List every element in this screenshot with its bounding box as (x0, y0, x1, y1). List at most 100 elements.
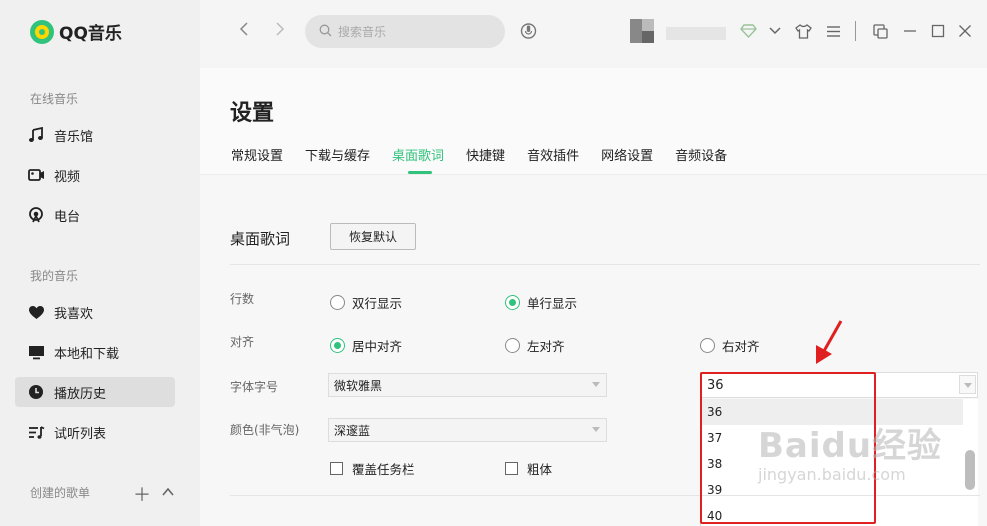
tab-audio-device[interactable]: 音频设备 (675, 145, 727, 164)
font-size-value: 36 (707, 377, 724, 393)
color-select-value: 深邃蓝 (334, 423, 371, 438)
page-title: 设置 (230, 101, 275, 126)
tshirt-icon[interactable] (793, 21, 813, 41)
qq-music-logo-icon (30, 19, 54, 44)
radio-single-line[interactable]: 单行显示 (505, 293, 577, 312)
close-icon[interactable] (955, 21, 975, 41)
chevron-up-icon[interactable] (161, 481, 175, 507)
radio-circle (505, 338, 520, 353)
radio-circle (330, 338, 345, 353)
tab-general[interactable]: 常规设置 (231, 145, 283, 164)
monitor-icon (27, 343, 45, 361)
radio-label: 左对齐 (527, 339, 565, 354)
sidebar-item-local-download[interactable]: 本地和下载 (15, 337, 175, 367)
playlist-icon (27, 423, 45, 441)
font-select-value: 微软雅黑 (334, 378, 383, 393)
font-size-select[interactable]: 36 (700, 372, 978, 398)
dropdown-option[interactable]: 38 (701, 451, 978, 477)
dropdown-option[interactable]: 40 (701, 503, 978, 526)
radio-label: 居中对齐 (352, 339, 403, 354)
toolbar-divider (855, 21, 856, 41)
search-icon (319, 22, 332, 41)
sidebar-item-video[interactable]: 视频 (15, 160, 175, 190)
checkbox-label: 粗体 (527, 462, 553, 477)
sidebar-item-label: 电台 (54, 209, 81, 225)
search-input[interactable] (338, 24, 488, 39)
app-logo[interactable]: QQ音乐 (30, 19, 122, 44)
topbar (200, 0, 987, 68)
sidebar-item-label: 音乐馆 (54, 129, 94, 145)
music-note-icon (27, 126, 45, 144)
chevron-down-icon (592, 427, 600, 432)
dropdown-scrollbar[interactable] (965, 450, 975, 490)
radio-circle (505, 295, 520, 310)
checkbox-bold[interactable]: 粗体 (505, 459, 552, 478)
minimize-icon[interactable] (900, 21, 920, 41)
tab-desktop-lyrics[interactable]: 桌面歌词 (392, 145, 444, 174)
radio-double-line[interactable]: 双行显示 (330, 293, 402, 312)
forward-icon[interactable] (270, 20, 290, 44)
tab-shortcuts[interactable]: 快捷键 (466, 145, 505, 164)
sidebar-item-label: 本地和下载 (54, 346, 120, 362)
created-playlist-tools: ＋ (133, 481, 175, 507)
color-label: 颜色(非气泡) (230, 423, 300, 437)
radio-align-right[interactable]: 右对齐 (700, 336, 760, 355)
chevron-down-icon (592, 382, 600, 387)
align-label: 对齐 (230, 335, 255, 349)
radio-align-center[interactable]: 居中对齐 (330, 336, 402, 355)
tab-network[interactable]: 网络设置 (601, 145, 653, 164)
font-size-dropdown: 36 37 38 39 40 (700, 399, 978, 526)
section-divider (230, 264, 980, 265)
mini-mode-icon[interactable] (870, 21, 890, 41)
clock-icon (27, 383, 45, 401)
sidebar-item-label: 视频 (54, 169, 81, 185)
sidebar-item-favorites[interactable]: 我喜欢 (15, 297, 175, 327)
restore-default-button[interactable]: 恢复默认 (330, 223, 416, 250)
font-label: 字体字号 (230, 380, 279, 394)
sidebar-item-play-history[interactable]: 播放历史 (15, 377, 175, 407)
app-name: QQ音乐 (59, 24, 122, 44)
sidebar-item-label: 试听列表 (54, 426, 107, 442)
checkbox-box (505, 462, 518, 475)
sidebar-item-preview-list[interactable]: 试听列表 (15, 417, 175, 447)
radio-align-left[interactable]: 左对齐 (505, 336, 565, 355)
plus-icon[interactable]: ＋ (133, 481, 151, 507)
checkbox-cover-taskbar[interactable]: 覆盖任务栏 (330, 459, 415, 478)
sidebar-item-radio[interactable]: 电台 (15, 200, 175, 230)
font-select[interactable]: 微软雅黑 (328, 373, 607, 397)
rows-label: 行数 (230, 292, 255, 306)
section-title-online: 在线音乐 (30, 92, 79, 106)
dropdown-option[interactable]: 37 (701, 425, 978, 451)
section-divider (230, 495, 980, 496)
mic-icon[interactable] (520, 21, 537, 45)
settings-page: 设置 常规设置 下载与缓存 桌面歌词 快捷键 音效插件 网络设置 音频设备 桌面… (200, 68, 987, 526)
radio-label: 单行显示 (527, 296, 578, 311)
chevron-down-icon[interactable] (959, 375, 976, 394)
settings-tabs: 常规设置 下载与缓存 桌面歌词 快捷键 音效插件 网络设置 音频设备 (231, 145, 749, 174)
heart-icon (27, 303, 45, 321)
username-blurred[interactable] (666, 27, 726, 40)
sidebar-item-music-hall[interactable]: 音乐馆 (15, 120, 175, 150)
search-box[interactable] (305, 15, 505, 48)
back-icon[interactable] (234, 20, 254, 44)
section-title-desktop-lyrics: 桌面歌词 (230, 230, 291, 248)
sidebar: QQ音乐 在线音乐 音乐馆 视频 电台 我的音乐 我喜欢 本地和下载 播放历史 … (0, 0, 200, 526)
checkbox-box (330, 462, 343, 475)
sidebar-item-label: 我喜欢 (54, 306, 94, 322)
menu-icon[interactable] (823, 21, 843, 41)
sidebar-item-label: 播放历史 (54, 386, 107, 402)
radio-circle (330, 295, 345, 310)
radio-label: 右对齐 (722, 339, 760, 354)
maximize-icon[interactable] (928, 21, 948, 41)
avatar[interactable] (630, 19, 654, 43)
radio-label: 双行显示 (352, 296, 403, 311)
tab-audio-plugins[interactable]: 音效插件 (527, 145, 579, 164)
color-select[interactable]: 深邃蓝 (328, 418, 607, 442)
diamond-icon[interactable] (738, 21, 758, 41)
dropdown-option[interactable]: 39 (701, 477, 978, 503)
chevron-down-icon[interactable] (765, 21, 785, 41)
section-title-created: 创建的歌单 (30, 486, 91, 500)
tab-download-cache[interactable]: 下载与缓存 (305, 145, 370, 164)
dropdown-option[interactable]: 36 (701, 399, 963, 425)
video-icon (27, 166, 45, 184)
